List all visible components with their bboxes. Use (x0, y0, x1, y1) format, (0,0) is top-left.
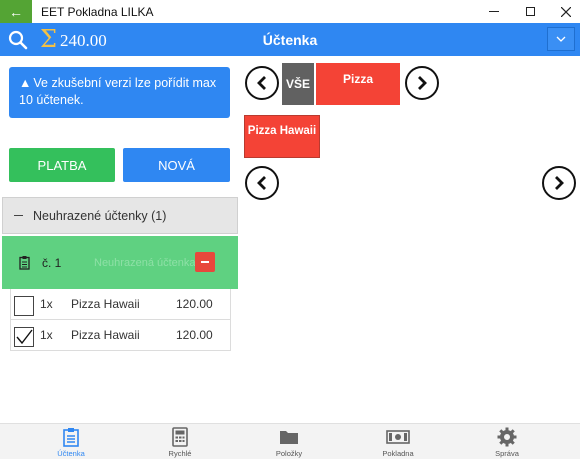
close-icon (561, 6, 571, 17)
window-title: EET Pokladna LILKA (41, 4, 154, 19)
app-bar: Σ 240.00 Účtenka (0, 23, 580, 56)
collapse-icon (14, 214, 23, 217)
maximize-icon (525, 7, 535, 16)
pay-button[interactable]: PLATBA (9, 148, 115, 182)
nav-label: Pokladna (382, 449, 414, 458)
product-tile[interactable]: Pizza Hawaii (244, 115, 320, 158)
item-price: 120.00 (176, 328, 213, 342)
bottom-navigation: Účtenka Rychlé Položky Pokladna Správa (0, 423, 580, 459)
item-name: Pizza Hawaii (71, 328, 140, 342)
info-icon: ▲ (19, 76, 32, 90)
chevron-right-icon (418, 76, 427, 90)
folder-icon (280, 431, 298, 444)
info-text: Ve zkušební verzi lze pořídit max 10 účt… (19, 76, 217, 107)
receipt-row[interactable]: č. 1 Neuhrazená účtenka (2, 236, 238, 289)
chevron-left-icon (257, 76, 266, 90)
products-prev-button[interactable] (245, 166, 279, 200)
trial-info-message: ▲ Ve zkušební verzi lze pořídit max 10 úč… (9, 67, 230, 118)
nav-quick[interactable]: Rychlé (122, 424, 238, 460)
unpaid-receipts-header[interactable]: Neuhrazené účtenky (1) (2, 197, 238, 234)
nav-cash-register[interactable]: Pokladna (340, 424, 456, 460)
receipt-ghost-label: Neuhrazená účtenka (94, 256, 196, 269)
nav-receipt[interactable]: Účtenka (13, 424, 129, 460)
nav-label: Správa (495, 449, 519, 458)
receipt-item[interactable]: 1x Pizza Hawaii 120.00 (10, 289, 231, 320)
new-receipt-button[interactable]: NOVÁ (123, 148, 230, 182)
nav-label: Účtenka (57, 449, 85, 458)
clipboard-icon (63, 428, 79, 447)
delete-receipt-button[interactable] (195, 252, 215, 272)
chevron-down-icon (556, 36, 566, 42)
receipt-number: č. 1 (42, 255, 62, 270)
category-pizza[interactable]: Pizza (316, 63, 400, 105)
gear-icon (497, 427, 517, 447)
minimize-icon (489, 11, 499, 12)
chevron-left-icon (257, 176, 266, 190)
clipboard-icon (19, 255, 30, 270)
unpaid-receipts-title: Neuhrazené účtenky (1) (33, 208, 167, 223)
nav-items[interactable]: Položky (231, 424, 347, 460)
menu-dropdown-button[interactable] (547, 27, 575, 51)
category-all[interactable]: VŠE (282, 63, 314, 105)
minimize-button[interactable] (476, 0, 512, 23)
close-button[interactable] (548, 0, 580, 23)
item-checkbox[interactable] (14, 296, 34, 316)
nav-settings[interactable]: Správa (449, 424, 565, 460)
products-next-button[interactable] (542, 166, 576, 200)
categories-next-button[interactable] (405, 66, 439, 100)
calculator-icon (172, 427, 188, 447)
nav-label: Položky (275, 449, 303, 458)
maximize-button[interactable] (512, 0, 548, 23)
back-button[interactable]: ← (0, 0, 32, 23)
item-checkbox[interactable] (14, 327, 34, 347)
chevron-right-icon (555, 176, 564, 190)
back-arrow-icon: ← (9, 3, 23, 20)
cash-icon (386, 430, 410, 444)
minus-icon (201, 261, 209, 263)
checkmark-icon (16, 329, 33, 345)
item-qty: 1x (40, 297, 53, 311)
item-name: Pizza Hawaii (71, 297, 140, 311)
nav-label: Rychlé (168, 449, 192, 458)
item-price: 120.00 (176, 297, 213, 311)
categories-prev-button[interactable] (245, 66, 279, 100)
page-title: Účtenka (262, 32, 318, 48)
item-qty: 1x (40, 328, 53, 342)
receipt-item[interactable]: 1x Pizza Hawaii 120.00 (10, 320, 231, 351)
